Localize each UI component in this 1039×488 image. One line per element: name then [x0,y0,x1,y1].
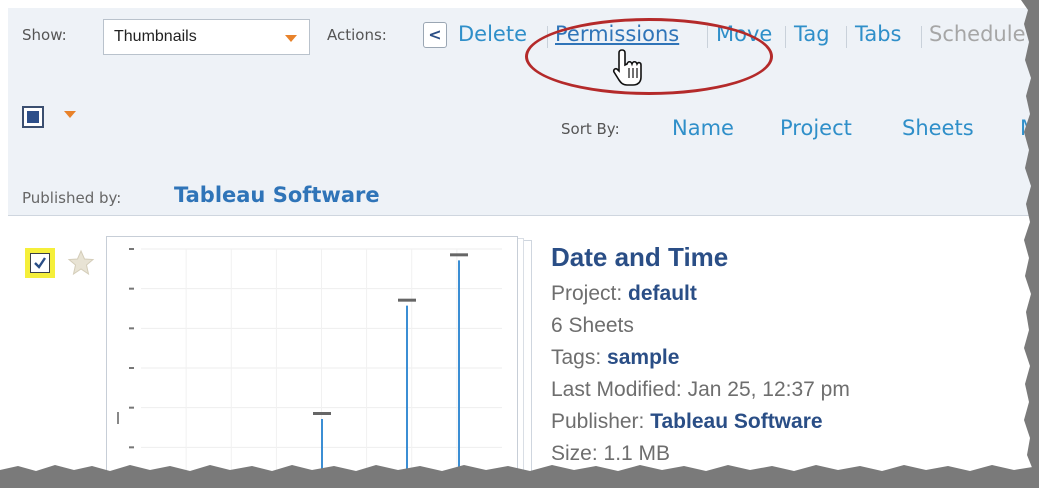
screenshot-frame: Show: Thumbnails Actions: < Delete Permi… [0,0,1039,488]
torn-edge-frame [0,0,1039,488]
